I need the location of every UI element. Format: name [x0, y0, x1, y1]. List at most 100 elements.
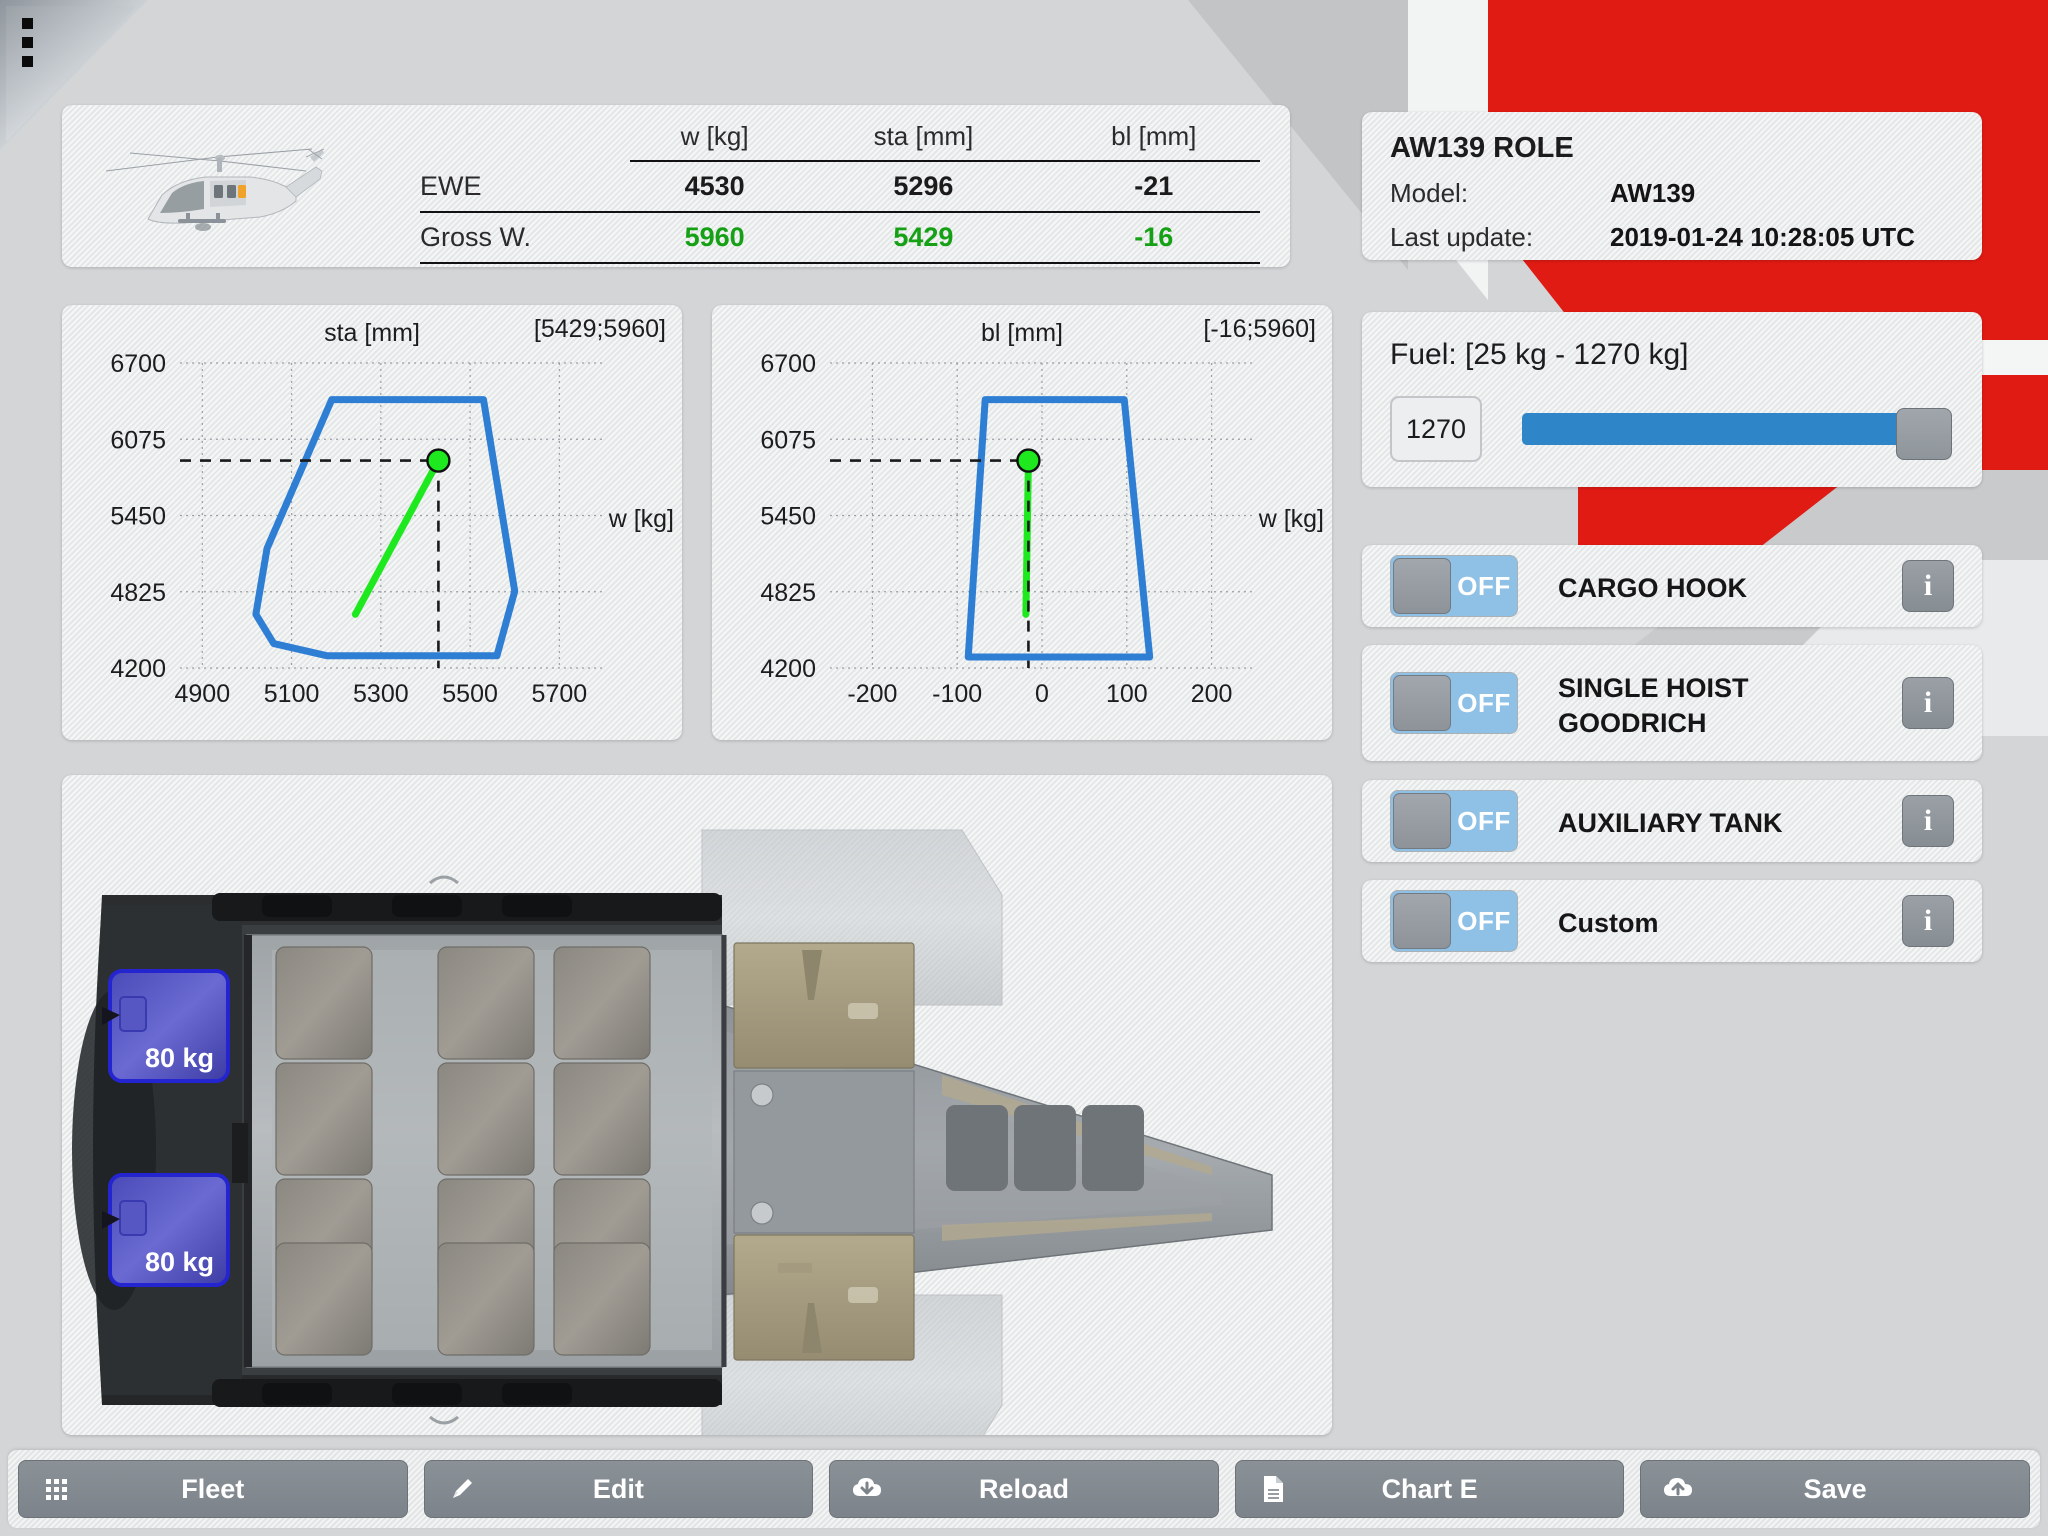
- chart-e-button-label: Chart E: [1381, 1473, 1478, 1504]
- svg-text:6075: 6075: [760, 426, 816, 454]
- toggle-single-hoist[interactable]: OFF: [1390, 672, 1518, 734]
- last-update-label: Last update:: [1390, 222, 1534, 252]
- model-value: AW139: [1610, 178, 1696, 208]
- toggle-knob: [1393, 558, 1451, 614]
- cg-chart-buttline: bl [mm] [-16;5960] w [kg] 4200 4825 5450 60…: [712, 305, 1332, 740]
- toggle-state-label: OFF: [1457, 905, 1511, 936]
- chart-plot-buttline: 4200 4825 5450 6075 6700 -200 -100 0 100 200: [760, 350, 1254, 708]
- toggle-state-label: OFF: [1457, 570, 1511, 601]
- edit-button[interactable]: Edit: [423, 1460, 814, 1518]
- weight-summary-table: w [kg] sta [mm] bl [mm] EWE 4530 5296 -2…: [420, 115, 1260, 264]
- svg-text:0: 0: [1035, 680, 1049, 708]
- ewe-buttline-value: -21: [1047, 161, 1260, 213]
- role-title: AW139 ROLE: [1390, 132, 1574, 164]
- toggle-knob: [1393, 675, 1451, 731]
- svg-text:5700: 5700: [532, 680, 588, 708]
- fuel-range-label: Fuel: [25 kg - 1270 kg]: [1390, 338, 1689, 371]
- row-label-gross-weight: Gross W.: [420, 212, 630, 264]
- option-label-custom: Custom: [1558, 908, 1659, 938]
- cabin-layout-panel[interactable]: 80 kg 80 kg: [62, 775, 1332, 1435]
- svg-text:5100: 5100: [264, 680, 320, 708]
- info-button-custom[interactable]: i: [1902, 895, 1954, 947]
- info-button-auxiliary-tank[interactable]: i: [1902, 795, 1954, 847]
- chart-e-button[interactable]: Chart E: [1234, 1460, 1625, 1518]
- model-label: Model:: [1390, 178, 1469, 208]
- document-icon: [1258, 1473, 1288, 1505]
- svg-text:4200: 4200: [760, 655, 816, 683]
- chart-plot-station: 4200 4825 5450 6075 6700 4900 5100 5300 5500 5700: [110, 350, 604, 708]
- toggle-knob: [1393, 793, 1451, 849]
- option-label-single-hoist: SINGLE HOIST GOODRICH: [1558, 673, 1749, 738]
- svg-text:5500: 5500: [442, 680, 498, 708]
- toggle-auxiliary-tank[interactable]: OFF: [1390, 790, 1518, 852]
- last-update-value: 2019-01-24 10:28:05 UTC: [1610, 222, 1915, 252]
- svg-text:4200: 4200: [110, 655, 166, 683]
- model-row: Model: AW139: [1390, 178, 1695, 209]
- info-icon: i: [1923, 804, 1933, 837]
- svg-text:100: 100: [1106, 680, 1148, 708]
- fleet-button[interactable]: Fleet: [18, 1460, 408, 1518]
- svg-text:5450: 5450: [760, 503, 816, 531]
- table-header-row: w [kg] sta [mm] bl [mm]: [420, 115, 1260, 162]
- fuel-panel: Fuel: [25 kg - 1270 kg] 1270: [1362, 312, 1982, 487]
- menu-dot: [22, 37, 33, 48]
- last-update-row: Last update: 2019-01-24 10:28:05 UTC: [1390, 222, 1915, 253]
- info-icon: i: [1923, 904, 1933, 937]
- row-label-ewe: EWE: [420, 161, 630, 213]
- fleet-button-label: Fleet: [181, 1473, 245, 1504]
- toggle-cargo-hook[interactable]: OFF: [1390, 555, 1518, 617]
- pilot-left-weight-label: 80 kg: [145, 1043, 214, 1073]
- fuel-slider-knob[interactable]: [1896, 408, 1952, 460]
- pencil-icon: [447, 1473, 477, 1505]
- fuel-slider-fill: [1522, 413, 1924, 445]
- col-header-blank: [420, 115, 630, 161]
- svg-text:4825: 4825: [760, 579, 816, 607]
- col-header-weight: w [kg]: [630, 115, 800, 162]
- cloud-upload-icon: [1663, 1473, 1693, 1505]
- svg-text:-200: -200: [847, 680, 897, 708]
- ewe-weight-value: 4530: [630, 161, 800, 213]
- toggle-state-label: OFF: [1457, 805, 1511, 836]
- menu-dot: [22, 18, 33, 29]
- menu-dot: [22, 56, 33, 67]
- svg-text:-100: -100: [932, 680, 982, 708]
- gross-station-value: 5429: [799, 212, 1048, 264]
- save-button[interactable]: Save: [1640, 1460, 2030, 1518]
- reload-button[interactable]: Reload: [829, 1460, 1219, 1518]
- option-label-cargo-hook: CARGO HOOK: [1558, 573, 1747, 603]
- toggle-custom[interactable]: OFF: [1390, 890, 1518, 952]
- three-dots-menu-icon[interactable]: [22, 18, 33, 75]
- pilot-seat-right[interactable]: 80 kg: [102, 1173, 230, 1287]
- info-icon: i: [1923, 569, 1933, 602]
- svg-text:4825: 4825: [110, 579, 166, 607]
- grid-icon: [41, 1473, 71, 1505]
- cloud-download-icon: [852, 1473, 882, 1505]
- cabin-layout-diagram[interactable]: 80 kg 80 kg: [62, 775, 1332, 1435]
- fuel-value-input[interactable]: 1270: [1390, 396, 1482, 462]
- save-button-label: Save: [1803, 1473, 1867, 1504]
- gross-buttline-value: -16: [1047, 212, 1260, 264]
- pilot-right-weight-label: 80 kg: [145, 1247, 214, 1277]
- aircraft-role-panel: AW139 ROLE Model: AW139 Last update: 201…: [1362, 112, 1982, 260]
- info-icon: i: [1923, 686, 1933, 719]
- svg-text:5300: 5300: [353, 680, 409, 708]
- app-root: w [kg] sta [mm] bl [mm] EWE 4530 5296 -2…: [0, 0, 2048, 1536]
- svg-text:200: 200: [1191, 680, 1233, 708]
- toggle-state-label: OFF: [1457, 687, 1511, 718]
- svg-text:4900: 4900: [175, 680, 231, 708]
- col-header-station: sta [mm]: [799, 115, 1048, 162]
- ewe-station-value: 5296: [799, 161, 1048, 213]
- info-button-single-hoist[interactable]: i: [1902, 677, 1954, 729]
- cg-chart-station: sta [mm] [5429;5960] w [kg] 4200 4825 5450…: [62, 305, 682, 740]
- option-row-auxiliary-tank: OFF AUXILIARY TANK i: [1362, 780, 1982, 862]
- toggle-knob: [1393, 893, 1451, 949]
- svg-text:6075: 6075: [110, 426, 166, 454]
- fuel-slider[interactable]: [1522, 408, 1952, 460]
- option-row-custom: OFF Custom i: [1362, 880, 1982, 962]
- pilot-seat-left[interactable]: 80 kg: [102, 969, 230, 1083]
- reload-button-label: Reload: [978, 1473, 1069, 1504]
- svg-text:5450: 5450: [110, 503, 166, 531]
- option-row-single-hoist: OFF SINGLE HOIST GOODRICH i: [1362, 645, 1982, 761]
- info-button-cargo-hook[interactable]: i: [1902, 560, 1954, 612]
- table-row: Gross W. 5960 5429 -16: [420, 212, 1260, 264]
